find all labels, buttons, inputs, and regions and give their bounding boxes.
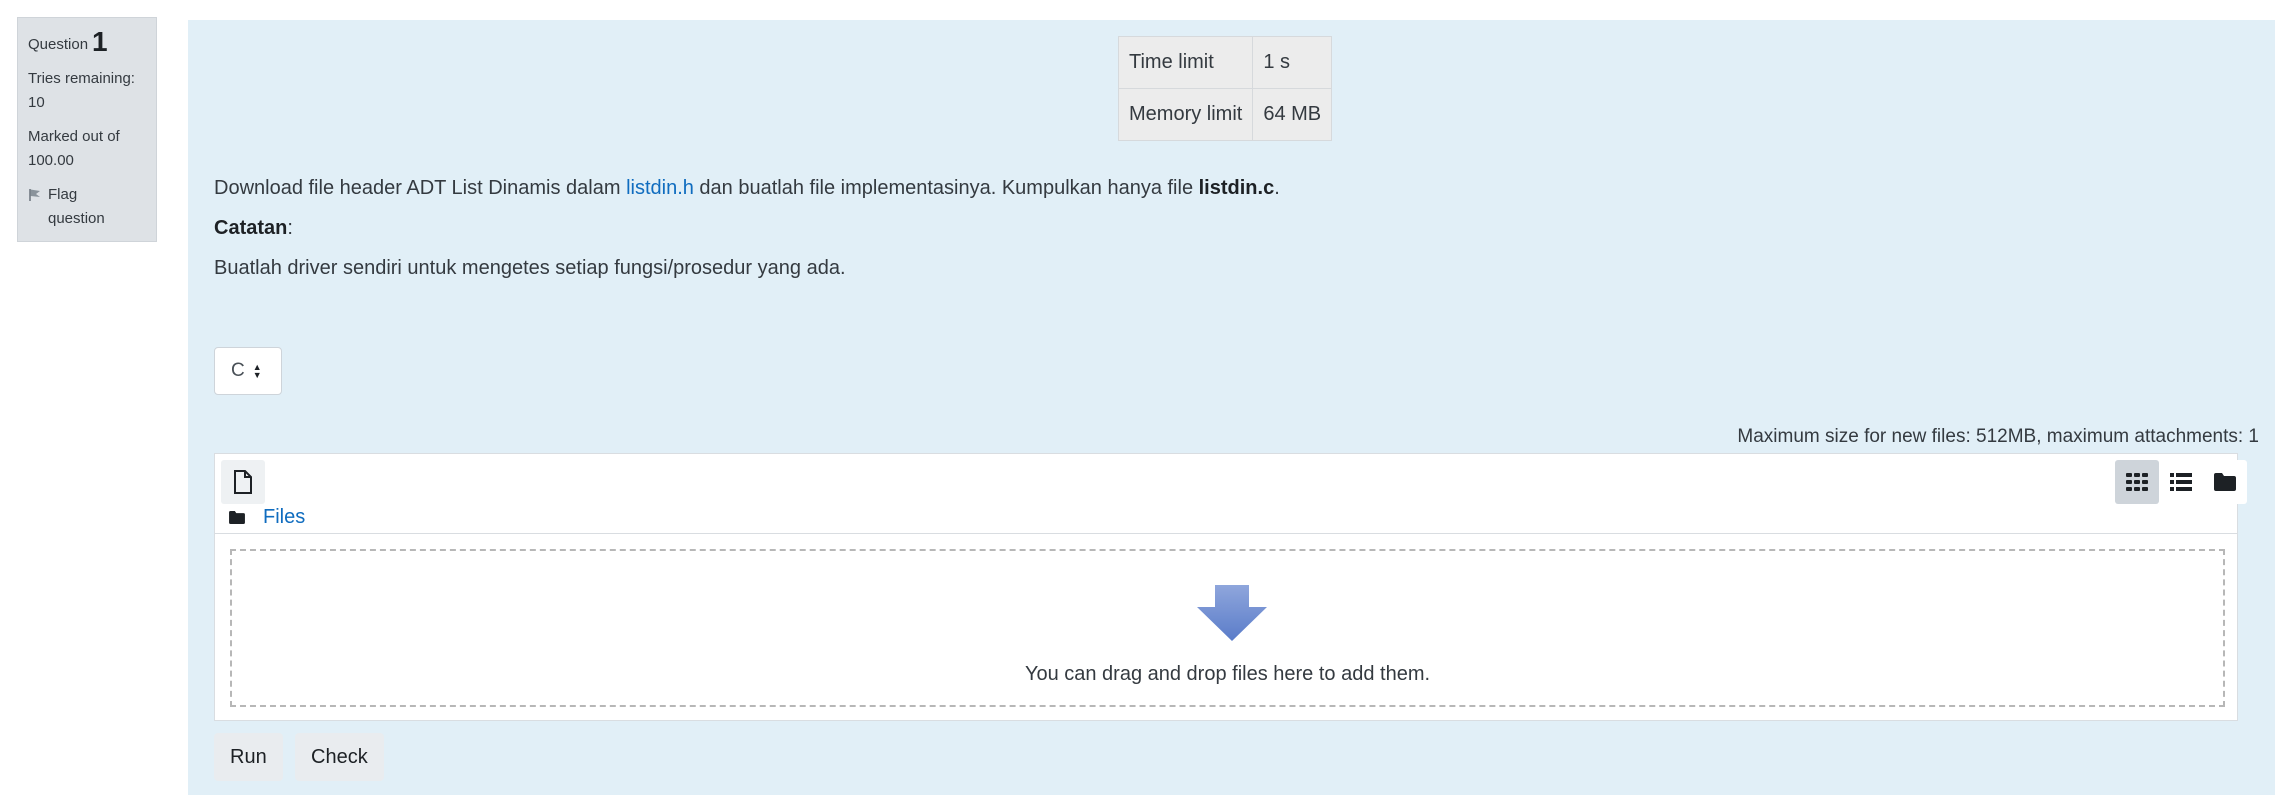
flag-label-2: question bbox=[48, 210, 105, 227]
time-limit-row: Time limit 1 s bbox=[1117, 36, 1333, 89]
grid-view-icon bbox=[2126, 473, 2148, 491]
folder-view-button[interactable] bbox=[2203, 460, 2247, 504]
list-view-icon bbox=[2170, 473, 2192, 491]
marked-out-of: Marked out of 100.00 bbox=[28, 125, 146, 173]
header-file-link[interactable]: listdin.h bbox=[626, 177, 694, 199]
question-content: Time limit 1 s Memory limit 64 MB Downlo… bbox=[188, 20, 2275, 795]
flag-label-1: Flag bbox=[48, 186, 78, 203]
drop-zone-text: You can drag and drop files here to add … bbox=[1024, 663, 1431, 685]
question-number: 1 bbox=[92, 26, 108, 57]
folder-icon bbox=[229, 511, 245, 524]
time-limit-label: Time limit bbox=[1117, 36, 1254, 89]
memory-limit-label: Memory limit bbox=[1117, 88, 1254, 141]
flag-icon bbox=[29, 189, 40, 201]
question-text: Download file header ADT List Dinamis da… bbox=[214, 168, 1280, 288]
description-period: . bbox=[1274, 177, 1280, 199]
grid-view-button[interactable] bbox=[2115, 460, 2159, 504]
list-view-button[interactable] bbox=[2159, 460, 2203, 504]
flag-question-link[interactable]: Flag question bbox=[28, 183, 146, 231]
check-button[interactable]: Check bbox=[295, 733, 384, 781]
note-line: Catatan: bbox=[214, 208, 1280, 248]
memory-limit-value: 64 MB bbox=[1252, 88, 1333, 141]
memory-limit-row: Memory limit 64 MB bbox=[1117, 88, 1333, 141]
file-manager: Files You can drag and drop files here t… bbox=[214, 453, 2247, 721]
download-arrow-icon bbox=[1197, 585, 1267, 641]
description-text: Download file header ADT List Dinamis da… bbox=[214, 177, 627, 199]
tries-remaining: Tries remaining: 10 bbox=[28, 67, 146, 115]
max-mark: 100.00 bbox=[28, 152, 74, 169]
breadcrumb: Files bbox=[229, 506, 305, 529]
question-info-box: Question 1 Tries remaining: 10 Marked out… bbox=[17, 17, 157, 242]
files-breadcrumb-link[interactable]: Files bbox=[263, 506, 305, 529]
run-button[interactable]: Run bbox=[214, 733, 283, 781]
language-select[interactable]: C ▲ ▼ bbox=[214, 347, 282, 395]
divider bbox=[215, 533, 2237, 534]
submit-filename: listdin.c bbox=[1198, 177, 1275, 199]
folder-view-icon bbox=[2214, 473, 2236, 491]
limits-table: Time limit 1 s Memory limit 64 MB bbox=[1117, 36, 1333, 141]
max-size-info: Maximum size for new files: 512MB, maxim… bbox=[1737, 426, 2259, 447]
file-drop-zone[interactable]: You can drag and drop files here to add … bbox=[230, 549, 2225, 707]
language-select-value: C bbox=[231, 360, 245, 381]
tries-remaining-label: Tries remaining: bbox=[28, 70, 135, 87]
tries-remaining-count: 10 bbox=[28, 94, 45, 111]
note-colon: : bbox=[287, 217, 293, 239]
question-number-row: Question 1 bbox=[28, 28, 146, 57]
marked-out-of-label: Marked out of bbox=[28, 128, 120, 145]
add-file-button[interactable] bbox=[221, 460, 265, 504]
note-text: Buatlah driver sendiri untuk mengetes se… bbox=[214, 257, 846, 279]
time-limit-value: 1 s bbox=[1252, 36, 1333, 89]
note-label: Catatan bbox=[214, 217, 288, 239]
description-text-mid: dan buatlah file implementasinya. Kumpul… bbox=[693, 177, 1199, 199]
file-icon bbox=[234, 470, 252, 494]
select-arrows-icon: ▲ ▼ bbox=[252, 362, 262, 380]
question-label: Question bbox=[28, 36, 89, 53]
description-line: Download file header ADT List Dinamis da… bbox=[214, 168, 1280, 208]
